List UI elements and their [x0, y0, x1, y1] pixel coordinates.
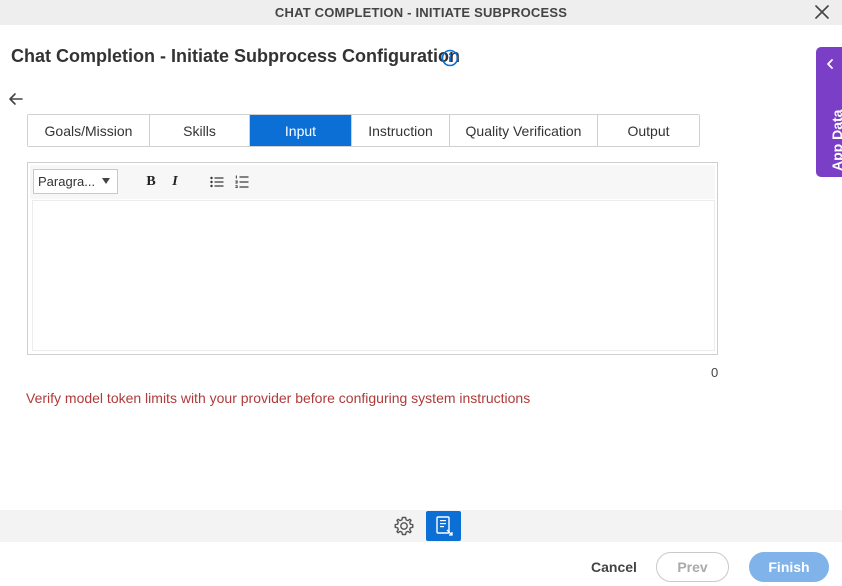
- tab-instruction[interactable]: Instruction: [352, 115, 450, 146]
- rich-text-editor: Paragra... B I: [27, 162, 718, 355]
- bold-button[interactable]: B: [142, 173, 160, 191]
- paragraph-format-select[interactable]: Paragra...: [33, 169, 118, 194]
- bulleted-list-icon: [210, 176, 224, 188]
- window-title: CHAT COMPLETION - INITIATE SUBPROCESS: [274, 5, 568, 20]
- token-limit-warning: Verify model token limits with your prov…: [26, 390, 531, 406]
- tab-quality-verification[interactable]: Quality Verification: [450, 115, 598, 146]
- title-bar: CHAT COMPLETION - INITIATE SUBPROCESS: [0, 0, 842, 25]
- close-button[interactable]: [812, 2, 832, 22]
- editor-toolbar: Paragra... B I: [30, 165, 715, 199]
- tab-output[interactable]: Output: [598, 115, 699, 146]
- page-title: Chat Completion - Initiate Subprocess Co…: [11, 46, 461, 66]
- document-button[interactable]: [426, 511, 461, 541]
- bulleted-list-button[interactable]: [208, 173, 226, 191]
- tab-input[interactable]: Input: [250, 115, 352, 146]
- paragraph-format-value: Paragra...: [38, 174, 96, 189]
- prev-button[interactable]: Prev: [656, 552, 729, 582]
- italic-button[interactable]: I: [166, 173, 184, 191]
- editor-content-area[interactable]: [32, 200, 715, 351]
- numbered-list-icon: [235, 175, 249, 188]
- back-arrow-icon[interactable]: [7, 90, 25, 108]
- app-data-panel-toggle[interactable]: App Data: [816, 47, 842, 177]
- close-icon: [815, 5, 829, 19]
- tab-skills[interactable]: Skills: [150, 115, 250, 146]
- numbered-list-button[interactable]: [233, 173, 251, 191]
- character-count: 0: [711, 365, 719, 380]
- document-icon: [435, 516, 453, 536]
- bottom-icon-bar: [0, 510, 842, 542]
- dialog-window: CHAT COMPLETION - INITIATE SUBPROCESS Ch…: [0, 0, 842, 586]
- finish-button[interactable]: Finish: [749, 552, 829, 582]
- gear-icon[interactable]: [392, 514, 416, 538]
- app-data-label: App Data: [829, 109, 842, 171]
- info-icon[interactable]: [441, 49, 459, 67]
- tab-goals-mission[interactable]: Goals/Mission: [28, 115, 150, 146]
- cancel-button[interactable]: Cancel: [584, 552, 644, 582]
- dropdown-caret-icon: [102, 178, 110, 184]
- config-tabs: Goals/Mission Skills Input Instruction Q…: [27, 114, 700, 147]
- chevron-left-icon: [827, 59, 833, 69]
